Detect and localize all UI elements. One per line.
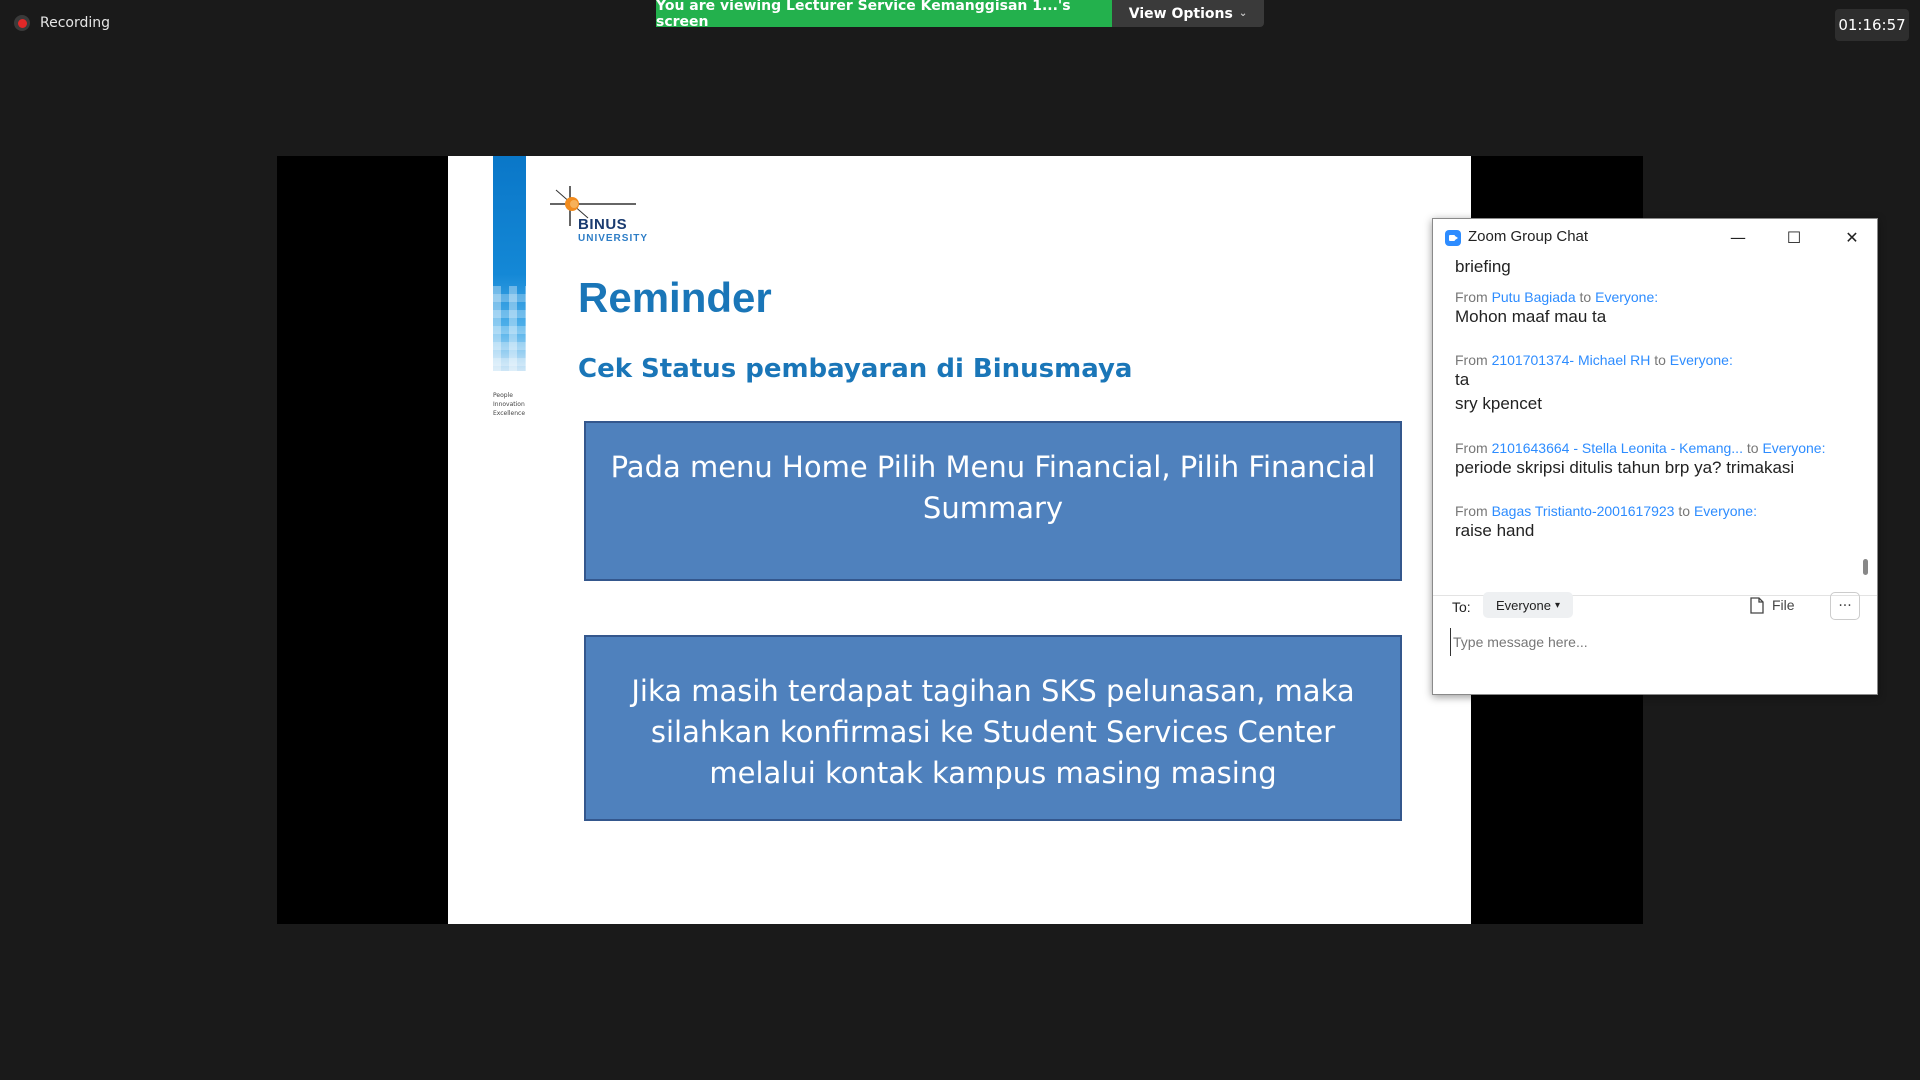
- viewing-banner: You are viewing Lecturer Service Kemangg…: [656, 0, 1112, 30]
- file-icon: [1750, 596, 1764, 614]
- logo-subtitle: UNIVERSITY: [578, 233, 649, 244]
- presentation-slide: People Innovation Excellence BINUS UNIVE…: [448, 156, 1471, 924]
- slide-title: Reminder: [578, 274, 772, 321]
- slide-accent-pattern: [493, 286, 526, 376]
- sender-name[interactable]: Putu Bagiada: [1492, 289, 1576, 305]
- chat-title-bar[interactable]: Zoom Group Chat — ☐ ✕: [1433, 219, 1877, 255]
- file-button[interactable]: File: [1750, 592, 1795, 618]
- zoom-group-chat-window: Zoom Group Chat — ☐ ✕ briefing From Putu…: [1432, 218, 1878, 695]
- recipient-name[interactable]: Everyone:: [1595, 289, 1658, 305]
- recipient-select[interactable]: Everyone ▾: [1483, 592, 1573, 618]
- message-header: From 2101643664 - Stella Leonita - Keman…: [1455, 440, 1826, 456]
- chat-message: From Bagas Tristianto-2001617923 to Ever…: [1455, 503, 1757, 543]
- message-text: ta: [1455, 370, 1470, 389]
- slide-tagline: People Innovation Excellence: [493, 392, 526, 417]
- message-header: From Bagas Tristianto-2001617923 to Ever…: [1455, 503, 1757, 519]
- recording-indicator[interactable]: Recording: [14, 15, 110, 31]
- more-options-button[interactable]: ···: [1830, 592, 1860, 620]
- chevron-down-icon: ▾: [1554, 599, 1560, 611]
- recording-label: Recording: [40, 15, 111, 31]
- chat-scrollbar[interactable]: [1861, 259, 1869, 583]
- scrollbar-thumb[interactable]: [1863, 559, 1868, 575]
- chat-message: From Putu Bagiada to Everyone: Mohon maa…: [1455, 289, 1658, 329]
- instruction-box-2: Jika masih terdapat tagihan SKS pelunasa…: [584, 635, 1402, 821]
- record-icon: [14, 15, 30, 31]
- maximize-button[interactable]: ☐: [1779, 223, 1809, 251]
- minimize-button[interactable]: —: [1723, 223, 1753, 251]
- message-text: sry kpencet: [1455, 394, 1542, 413]
- zoom-icon: [1445, 230, 1461, 246]
- sender-name[interactable]: 2101643664 - Stella Leonita - Kemang...: [1492, 440, 1743, 456]
- recipient-name[interactable]: Everyone:: [1762, 440, 1825, 456]
- chat-message-partial: briefing: [1455, 257, 1511, 276]
- message-text: periode skripsi ditulis tahun brp ya? tr…: [1455, 458, 1795, 477]
- slide-subtitle: Cek Status pembayaran di Binusmaya: [578, 354, 1133, 384]
- recipient-select-value: Everyone: [1496, 597, 1551, 613]
- view-options-label: View Options: [1128, 5, 1233, 22]
- message-header: From Putu Bagiada to Everyone:: [1455, 289, 1659, 305]
- chat-message: From 2101701374- Michael RH to Everyone:…: [1455, 352, 1733, 416]
- file-label: File: [1772, 597, 1795, 613]
- message-text: Mohon maaf mau ta: [1455, 307, 1607, 326]
- instruction-box-1: Pada menu Home Pilih Menu Financial, Pil…: [584, 421, 1402, 581]
- message-header: From 2101701374- Michael RH to Everyone:: [1455, 352, 1733, 368]
- chat-message-input[interactable]: [1450, 628, 1855, 656]
- chevron-down-icon: ⌄: [1238, 8, 1248, 19]
- instruction-text-2: Jika masih terdapat tagihan SKS pelunasa…: [631, 674, 1355, 790]
- chat-message: From 2101643664 - Stella Leonita - Keman…: [1455, 440, 1825, 480]
- recipient-name[interactable]: Everyone:: [1670, 352, 1733, 368]
- meeting-timer: 01:16:57: [1835, 9, 1909, 41]
- instruction-text-1: Pada menu Home Pilih Menu Financial, Pil…: [610, 450, 1376, 525]
- chat-title: Zoom Group Chat: [1468, 228, 1589, 245]
- sender-name[interactable]: Bagas Tristianto-2001617923: [1492, 503, 1675, 519]
- logo-name: BINUS: [578, 216, 628, 233]
- to-label: To:: [1452, 599, 1471, 615]
- view-options-button[interactable]: View Options ⌄: [1112, 0, 1264, 27]
- chat-message-list[interactable]: briefing From Putu Bagiada to Everyone: …: [1433, 255, 1853, 595]
- recipient-name[interactable]: Everyone:: [1694, 503, 1757, 519]
- message-text: raise hand: [1455, 521, 1535, 540]
- sender-name[interactable]: 2101701374- Michael RH: [1492, 352, 1651, 368]
- close-button[interactable]: ✕: [1837, 223, 1867, 251]
